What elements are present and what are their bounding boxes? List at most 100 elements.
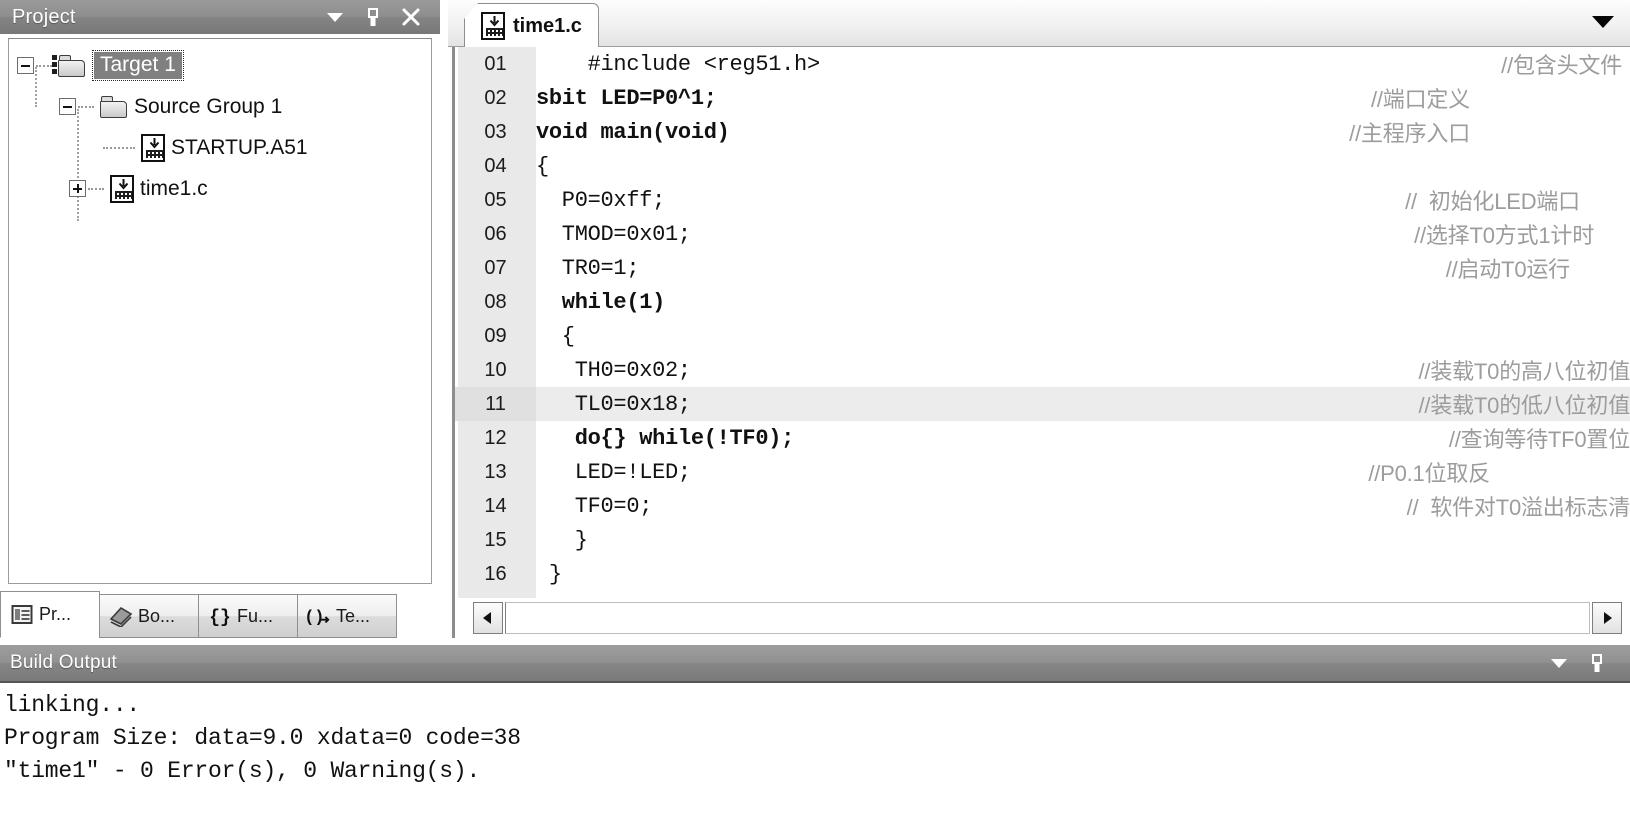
code-line[interactable]: 10 TH0=0x02; //装载T0的高八位初值 — [455, 353, 1630, 387]
keil-uvision-window: Project Target 1 Source Group 1 STARTUP.… — [0, 0, 1630, 830]
project-panel-tab-strip: Pr... Bo... {} Fu...) Te... — [0, 588, 440, 638]
books-icon — [109, 604, 133, 628]
code-line[interactable]: 16 } — [455, 557, 1630, 591]
code-line[interactable]: 09 { — [455, 319, 1630, 353]
target-folder-icon — [52, 54, 86, 77]
panel-tab-functions[interactable]: {} Fu... — [198, 594, 298, 638]
line-number: 14 — [484, 494, 507, 517]
svg-text:(): () — [307, 608, 324, 627]
line-number: 05 — [484, 188, 507, 211]
line-number: 11 — [485, 392, 506, 415]
expander-plus-icon[interactable] — [69, 180, 86, 197]
chevron-down-icon[interactable] — [324, 6, 346, 28]
templates-icon: () — [307, 604, 331, 628]
arrow-left-icon[interactable] — [473, 602, 503, 634]
pin-icon[interactable] — [362, 6, 384, 28]
editor-tab-time1-c[interactable]: time1.c — [464, 3, 599, 48]
code-comment: // 软件对T0溢出标志清 — [1406, 495, 1630, 520]
source-file-icon — [481, 12, 505, 40]
code-comment: //主程序入口 — [1349, 121, 1470, 146]
code-comment: //查询等待TF0置位 — [1448, 427, 1630, 452]
editor-area: time1.c 01 #include <reg51.h> //包含头文件 02 sb… — [448, 0, 1630, 638]
code-text: TF0=0; — [536, 493, 653, 519]
code-comment: // 初始化LED端口 — [1405, 189, 1580, 214]
tree-dot-lead — [78, 105, 94, 108]
panel-tab-templates[interactable]: () Te... — [297, 594, 397, 638]
build-output-text[interactable]: linking... Program Size: data=9.0 xdata=0… — [0, 681, 1630, 830]
code-text: TR0=1; — [536, 255, 640, 281]
code-line[interactable]: 11 TL0=0x18; //装载T0的低八位初值 — [455, 387, 1630, 421]
code-comment: //装载T0的低八位初值 — [1418, 393, 1630, 418]
line-number: 01 — [484, 52, 507, 75]
code-text: } — [536, 561, 562, 587]
panel-tab-books[interactable]: Bo... — [99, 594, 199, 638]
code-text: #include <reg51.h> — [536, 51, 821, 77]
tree-dot-lead — [88, 187, 104, 190]
tree-item-source-group-1[interactable]: Source Group 1 — [9, 86, 431, 127]
line-number: 04 — [484, 154, 507, 177]
code-comment: //端口定义 — [1370, 87, 1470, 112]
line-number: 02 — [484, 86, 507, 109]
tree-dot-lead — [36, 64, 52, 67]
code-editor[interactable]: 01 #include <reg51.h> //包含头文件 02 sbit LED=P… — [452, 47, 1630, 598]
pin-icon[interactable] — [1586, 652, 1608, 674]
tree-item-label: STARTUP.A51 — [171, 135, 308, 159]
tree-dot-lead — [103, 146, 135, 149]
panel-tab-label: Te... — [336, 605, 371, 626]
tree-item-target-1[interactable]: Target 1 — [9, 45, 431, 86]
code-line[interactable]: 02 sbit LED=P0^1; //端口定义 — [455, 81, 1630, 115]
scrollbar-track[interactable] — [505, 602, 1590, 634]
code-line[interactable]: 08 while(1) — [455, 285, 1630, 319]
project-tree[interactable]: Target 1 Source Group 1 STARTUP.A51 time… — [8, 38, 432, 584]
panel-tab-project[interactable]: Pr... — [0, 591, 100, 638]
line-number: 13 — [484, 460, 507, 483]
code-text: TMOD=0x01; — [536, 221, 691, 247]
code-comment: //包含头文件 — [1501, 53, 1622, 78]
code-comment: //选择T0方式1计时 — [1414, 223, 1594, 248]
code-lines: 01 #include <reg51.h> //包含头文件 02 sbit LED=P… — [455, 47, 1630, 591]
tree-item-startup-a51[interactable]: STARTUP.A51 — [9, 127, 431, 168]
line-number: 07 — [484, 256, 507, 279]
code-text: void main(void) — [536, 119, 730, 145]
code-line[interactable]: 04 { — [455, 149, 1630, 183]
chevron-down-icon[interactable] — [1548, 652, 1570, 674]
code-line[interactable]: 06 TMOD=0x01; //选择T0方式1计时 — [455, 217, 1630, 251]
code-text: TH0=0x02; — [536, 357, 691, 383]
code-comment: //装载T0的高八位初值 — [1418, 359, 1630, 384]
tree-item-label: Source Group 1 — [134, 94, 283, 118]
braces-icon: {} — [208, 604, 232, 628]
build-output-titlebar: Build Output — [0, 645, 1630, 681]
code-line[interactable]: 01 #include <reg51.h> //包含头文件 — [455, 47, 1630, 81]
code-text: TL0=0x18; — [536, 391, 691, 417]
editor-tab-strip: time1.c — [448, 0, 1630, 48]
project-panel: Project Target 1 Source Group 1 STARTUP.… — [0, 0, 440, 638]
line-number: 08 — [484, 290, 507, 313]
tree-item-time1-c[interactable]: time1.c — [9, 168, 431, 209]
line-number: 15 — [484, 528, 507, 551]
tree-item-label: Target 1 — [92, 50, 184, 81]
code-comment: //启动T0运行 — [1445, 257, 1571, 282]
code-line[interactable]: 14 TF0=0; // 软件对T0溢出标志清 — [455, 489, 1630, 523]
build-output-line: "time1" - 0 Error(s), 0 Warning(s). — [4, 758, 481, 784]
expander-minus-icon[interactable] — [59, 98, 76, 115]
panel-tab-label: Bo... — [138, 605, 176, 626]
line-number: 16 — [484, 562, 507, 585]
project-window-icon — [10, 603, 34, 627]
expander-minus-icon[interactable] — [17, 57, 34, 74]
arrow-right-icon[interactable] — [1592, 602, 1622, 634]
panel-tab-label: Fu... — [237, 605, 274, 626]
code-line[interactable]: 07 TR0=1; //启动T0运行 — [455, 251, 1630, 285]
code-text: while(1) — [536, 289, 666, 315]
chevron-down-icon[interactable] — [1590, 14, 1616, 35]
code-line[interactable]: 03 void main(void) //主程序入口 — [455, 115, 1630, 149]
source-file-icon — [110, 174, 134, 203]
code-line[interactable]: 12 do{} while(!TF0); //查询等待TF0置位 — [455, 421, 1630, 455]
project-panel-titlebar: Project — [0, 0, 440, 34]
build-output-line: Program Size: data=9.0 xdata=0 code=38 — [4, 725, 521, 751]
code-line[interactable]: 15 } — [455, 523, 1630, 557]
editor-horizontal-scrollbar[interactable] — [452, 598, 1630, 638]
code-line[interactable]: 05 P0=0xff; // 初始化LED端口 — [455, 183, 1630, 217]
close-icon[interactable] — [400, 6, 422, 28]
code-line[interactable]: 13 LED=!LED; //P0.1位取反 — [455, 455, 1630, 489]
line-number: 10 — [484, 358, 507, 381]
